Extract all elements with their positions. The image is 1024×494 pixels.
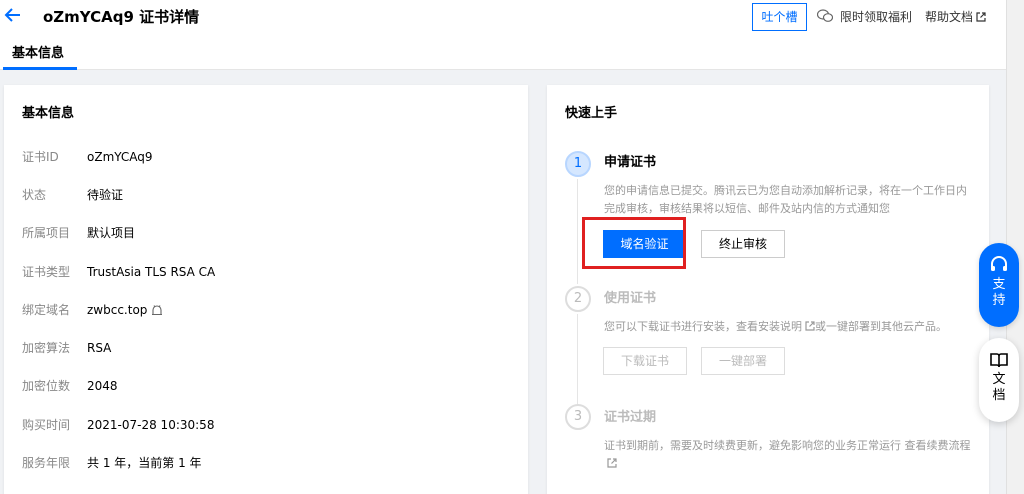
info-label: 状态 [22, 188, 47, 202]
info-label: 证书类型 [22, 265, 71, 279]
info-value-status: 待验证 [87, 188, 124, 202]
install-guide-external-link-icon[interactable] [805, 321, 815, 331]
info-label: 加密算法 [22, 341, 71, 355]
wechat-icon [817, 9, 833, 22]
info-value-key-bits: 2048 [87, 379, 118, 393]
step-2-description: 您可以下载证书进行安装，查看安装说明 或一键部署到其他云产品。 [604, 318, 974, 336]
step-connector [577, 179, 578, 284]
step-3-number: 3 [565, 404, 591, 430]
info-value-cert-id: oZmYCAq9 [87, 150, 153, 164]
headset-icon [991, 256, 1007, 271]
info-value-service-years: 共 1 年，当前第 1 年 [87, 456, 202, 470]
feedback-button[interactable]: 吐个槽 [752, 3, 807, 31]
help-docs-label: 帮助文档 [925, 10, 974, 24]
info-label: 所属项目 [22, 226, 71, 240]
top-bar: oZmYCAq9 证书详情 吐个槽 限时领取福利 帮助文档 基本信息 [0, 0, 1006, 70]
step-3-description[interactable]: 证书到期前，需要及时续费更新，避免影响您的业务正常运行 查看续费流程 [604, 437, 974, 473]
step-3-desc-text: 证书到期前，需要及时续费更新，避免影响您的业务正常运行 查看续费流程 [604, 439, 971, 452]
step-2-title: 使用证书 [604, 291, 657, 306]
step-3-title: 证书过期 [604, 410, 657, 425]
support-float-button[interactable]: 支持 [979, 243, 1019, 327]
help-docs-link[interactable]: 帮助文档 [925, 8, 986, 26]
quick-start-card: 快速上手 1 申请证书 您的申请信息已提交。腾讯云已为您自动添加解析记录，将在一… [547, 85, 989, 494]
info-value-cert-type: TrustAsia TLS RSA CA [87, 265, 216, 279]
support-label: 支持 [992, 277, 1006, 308]
info-label: 服务年限 [22, 456, 71, 470]
one-click-deploy-button: 一键部署 [701, 347, 785, 375]
basic-info-card: 基本信息 证书ID oZmYCAq9 状态 待验证 所属项目 默认项目 证书类型… [4, 85, 528, 494]
step-1-number: 1 [565, 151, 591, 177]
benefit-link[interactable]: 限时领取福利 [840, 8, 912, 26]
info-label: 证书ID [22, 150, 59, 164]
domain-verify-button[interactable]: 域名验证 [603, 230, 686, 258]
tab-basic-info[interactable]: 基本信息 [12, 45, 64, 63]
download-cert-button: 下载证书 [603, 347, 687, 375]
info-label: 加密位数 [22, 379, 71, 393]
back-arrow-icon[interactable] [4, 6, 24, 26]
step-1-title: 申请证书 [604, 155, 657, 170]
docs-label: 文档 [992, 372, 1006, 403]
info-label: 购买时间 [22, 418, 71, 432]
step-2-number: 2 [565, 286, 591, 312]
tab-active-indicator [3, 67, 77, 70]
info-value-algorithm: RSA [87, 341, 112, 355]
info-label: 绑定域名 [22, 303, 71, 317]
stop-review-button[interactable]: 终止审核 [701, 230, 785, 258]
step-2-desc-after: 或一键部署到其他云产品。 [815, 320, 947, 333]
renewal-external-link-icon[interactable] [607, 458, 617, 468]
page-title: oZmYCAq9 证书详情 [43, 8, 200, 26]
book-icon [990, 353, 1008, 368]
docs-float-button[interactable]: 文档 [979, 338, 1019, 422]
info-value-purchase-time: 2021-07-28 10:30:58 [87, 418, 215, 432]
alarm-bell-icon[interactable] [151, 304, 163, 316]
info-value-project: 默认项目 [87, 226, 136, 240]
basic-info-title: 基本信息 [22, 106, 75, 121]
quick-start-title: 快速上手 [565, 106, 618, 121]
external-link-icon [976, 12, 986, 22]
info-value-domain: zwbcc.top [87, 302, 163, 318]
step-2-desc-before: 您可以下载证书进行安装，查看安装说明 [604, 320, 802, 333]
step-connector [577, 314, 578, 406]
domain-text: zwbcc.top [87, 303, 148, 317]
step-1-description: 您的申请信息已提交。腾讯云已为您自动添加解析记录，将在一个工作日内完成审核，审核… [604, 184, 967, 215]
